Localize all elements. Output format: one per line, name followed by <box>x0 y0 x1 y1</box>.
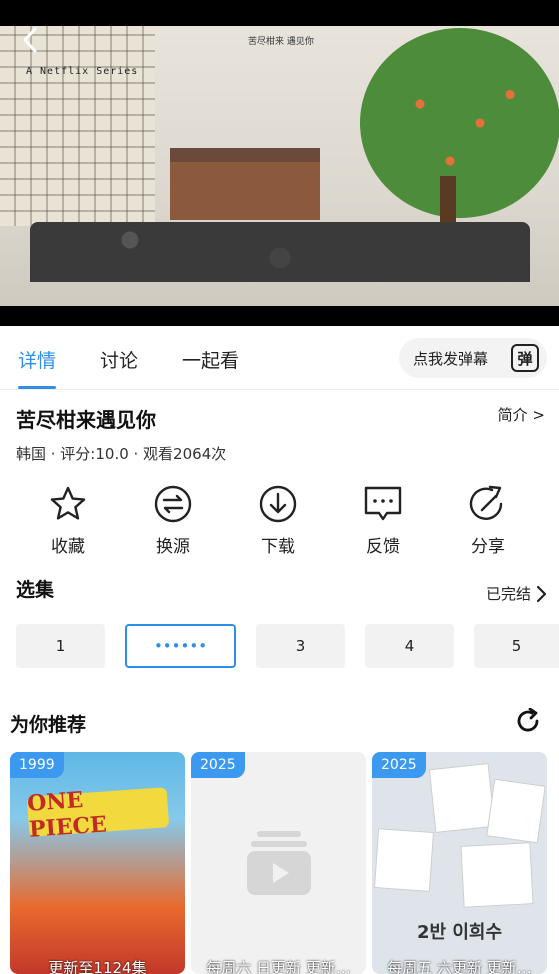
show-meta: 韩国 · 评分:10.0 · 观看2064次 <box>16 445 227 463</box>
switch-source-icon <box>154 485 192 523</box>
share-icon <box>469 485 503 520</box>
poster-logo: ONE PIECE <box>26 787 170 843</box>
video-watermark: A Netflix Series <box>26 66 139 77</box>
feedback-icon <box>364 486 402 521</box>
house-illustration <box>170 148 320 220</box>
download-label: 下载 <box>261 537 295 557</box>
send-danmu-label: 点我发弹幕 <box>413 349 489 368</box>
episode-item[interactable]: 4 <box>365 624 454 668</box>
poster-photo <box>460 842 534 908</box>
switch-source-button[interactable]: 换源 <box>133 484 213 557</box>
switch-source-label: 换源 <box>156 537 190 557</box>
episode-item-selected[interactable]: •••••• <box>125 624 236 668</box>
danmu-icon: 弹 <box>511 344 539 372</box>
card-caption: 更新至1124集 <box>48 959 147 974</box>
poster-photo <box>373 828 435 892</box>
episode-item[interactable]: 3 <box>256 624 345 668</box>
back-button[interactable] <box>14 24 46 56</box>
refresh-icon[interactable] <box>515 708 541 734</box>
recommend-card[interactable]: ONE PIECE 1999 更新至1124集 <box>10 752 185 974</box>
tab-details[interactable]: 详情 <box>18 346 56 373</box>
favorite-button[interactable]: 收藏 <box>28 484 108 557</box>
action-row: 收藏 换源 下载 反馈 分享 <box>0 484 559 564</box>
show-title: 苦尽柑来遇见你 <box>16 408 156 432</box>
poster-photo <box>428 763 496 833</box>
recommend-section-title: 为你推荐 <box>10 714 87 736</box>
download-button[interactable]: 下载 <box>238 484 318 557</box>
stone-wall-illustration <box>30 222 530 282</box>
send-danmu-button[interactable]: 点我发弹幕 弹 <box>399 338 547 378</box>
video-player[interactable]: A Netflix Series 苦尽柑来 遇见你 <box>0 0 559 326</box>
share-button[interactable]: 分享 <box>448 484 528 557</box>
tab-watch-together[interactable]: 一起看 <box>182 346 239 373</box>
recommend-card[interactable]: 2025 每周六 日更新 更新… <box>191 752 366 974</box>
episode-item[interactable]: 1 <box>16 624 105 668</box>
download-icon <box>259 485 297 523</box>
episodes-status-link[interactable]: 已完结 <box>486 583 547 604</box>
tab-discussion[interactable]: 讨论 <box>100 346 138 373</box>
feedback-label: 反馈 <box>366 537 400 557</box>
active-tab-indicator <box>18 386 56 389</box>
year-badge: 2025 <box>191 752 245 778</box>
episodes-section-title: 选集 <box>16 579 55 601</box>
episode-item[interactable]: 5 <box>474 624 559 668</box>
tab-bar: 详情 讨论 一起看 点我发弹幕 弹 <box>0 326 559 390</box>
video-title-logo: 苦尽柑来 遇见你 <box>248 37 314 47</box>
feedback-button[interactable]: 反馈 <box>343 484 423 557</box>
share-label: 分享 <box>471 537 505 557</box>
chevron-left-icon <box>23 27 37 53</box>
intro-link[interactable]: 简介 > <box>498 404 545 425</box>
favorite-label: 收藏 <box>51 537 85 557</box>
video-frame: A Netflix Series 苦尽柑来 遇见你 <box>0 26 559 306</box>
poster-title: 2반 이희수 <box>416 922 503 943</box>
year-badge: 2025 <box>372 752 426 778</box>
card-caption: 每周六 日更新 更新… <box>206 959 351 974</box>
chevron-right-icon <box>536 585 547 602</box>
poster-photo <box>486 778 546 844</box>
tree-illustration <box>360 28 559 218</box>
card-caption: 每周五 六更新 更新… <box>387 959 532 974</box>
star-icon <box>50 486 86 520</box>
episodes-status: 已完结 <box>485 585 531 603</box>
recommend-card[interactable]: 2반 이희수 2025 每周五 六更新 更新… <box>372 752 547 974</box>
background-building <box>0 26 155 226</box>
video-placeholder-icon <box>246 831 311 895</box>
year-badge: 1999 <box>10 752 64 778</box>
